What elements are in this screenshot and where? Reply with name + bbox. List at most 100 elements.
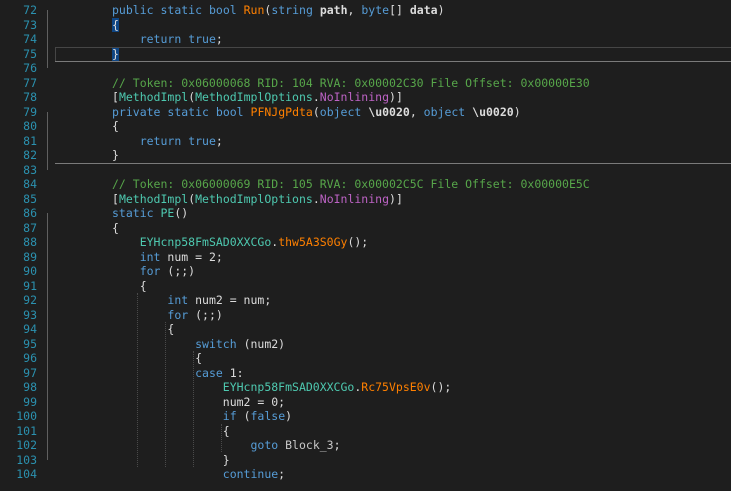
code-line[interactable]: 94 { [0,322,731,337]
line-number: 87 [23,220,37,235]
code-token: { [112,278,147,293]
code-token: . [312,191,320,206]
code-token: (;;) [188,307,223,322]
code-line[interactable]: 84 // Token: 0x06000069 RID: 105 RVA: 0x0… [0,177,731,192]
code-line[interactable]: 76 [0,61,731,76]
line-number: 99 [23,394,37,409]
code-token: [ [112,191,119,206]
code-line[interactable]: 90 for (;;) [0,264,731,279]
code-line[interactable]: 87 { [0,221,731,236]
code-line[interactable]: 100 if (false) [0,409,731,424]
line-number: 93 [23,307,37,322]
code-token: ; [278,467,286,481]
line-number: 74 [23,32,37,46]
code-line[interactable]: 99 num2 = 0; [0,395,731,410]
code-text: int num = 2; [112,250,223,265]
code-line[interactable]: 78 [MethodImpl(MethodImplOptions.NoInlini… [0,90,731,105]
code-token: return [139,32,182,46]
code-token: static [112,206,154,220]
code-line[interactable]: 97 case 1: [0,366,731,381]
code-token: for [167,307,189,322]
line-number: 91 [23,278,37,293]
line-number: 95 [23,336,37,351]
code-line[interactable]: 85 [MethodImpl(MethodImplOptions.NoInlini… [0,192,731,207]
code-line[interactable]: 73 { [0,17,731,33]
code-line[interactable]: 103 } [0,453,731,468]
code-line[interactable]: 92 int num2 = num; [0,293,731,308]
code-token: ) [437,3,445,17]
code-text: { [112,17,119,33]
line-number: 88 [23,235,37,249]
code-token: // Token: 0x06000069 RID: 105 RVA: 0x000… [112,177,590,191]
code-text: { [112,119,119,134]
line-number: 100 [16,409,37,423]
code-line[interactable]: 102 goto Block_3; [0,438,731,453]
code-token: goto [250,438,279,452]
code-token: MethodImplOptions [195,191,313,206]
code-line[interactable]: 86 static PE() [0,206,731,221]
line-number: 90 [23,264,37,278]
code-line[interactable]: 81 return true; [0,134,731,149]
code-editor[interactable]: 72 public static bool Run(string path, by… [0,0,731,491]
code-line[interactable]: 80 { [0,119,731,134]
code-text: int num2 = num; [112,293,271,308]
code-line[interactable]: 96 { [0,351,731,366]
code-token: false [250,409,286,423]
line-number: 101 [16,423,37,438]
code-text: return true; [112,32,223,47]
line-number: 81 [23,133,37,148]
code-token: path [319,3,348,17]
method-separator [55,61,731,62]
code-token: NoInlining [319,191,390,206]
code-token: , [347,3,362,17]
code-line[interactable]: 104 continue; [0,467,731,482]
line-number: 78 [23,90,37,104]
line-number: 76 [23,61,37,75]
code-token: byte [361,3,390,17]
code-line[interactable]: 98 EYHcnp58FmSAD0XXCGo.Rc75VpsE0v(); [0,380,731,395]
code-token: EYHcnp58FmSAD0XXCGo [139,235,272,249]
code-line[interactable]: 93 for (;;) [0,308,731,323]
code-line[interactable]: 72 public static bool Run(string path, by… [0,3,731,18]
line-number: 82 [23,148,37,162]
code-line[interactable]: 82} [0,148,731,163]
code-line[interactable]: 101 { [0,424,731,439]
indent-guide [137,293,138,467]
code-line[interactable]: 95 switch (num2) [0,337,731,352]
indent-guide [165,322,166,467]
code-token: static [167,104,209,119]
code-token: ; [215,133,223,148]
code-token: )] [389,191,403,206]
code-token: (); [430,380,452,394]
code-text: [MethodImpl(MethodImplOptions.NoInlining… [112,192,403,207]
code-token: { [112,351,203,365]
code-token: Rc75VpsE0v [361,380,431,394]
code-line[interactable]: 77 // Token: 0x06000068 RID: 104 RVA: 0x0… [0,76,731,91]
code-line[interactable]: 83 [0,163,731,178]
fold-guide [47,111,48,170]
code-text: } [112,453,230,468]
code-line[interactable]: 89 int num = 2; [0,250,731,265]
code-line[interactable]: 88 EYHcnp58FmSAD0XXCGo.thw5A3S0Gy(); [0,235,731,250]
code-text: static PE() [112,206,188,221]
code-token: case [195,365,223,380]
code-token: // Token: 0x06000068 RID: 104 RVA: 0x000… [112,75,590,90]
code-text: private static bool PFNJgPdta(object \u0… [112,105,521,120]
code-token: public [112,3,154,17]
code-text: { [112,424,230,439]
code-token: true [188,133,216,148]
code-line[interactable]: 91 { [0,279,731,294]
code-line[interactable]: 79 private static bool PFNJgPdta(object \… [0,105,731,120]
code-token: [ [112,90,119,104]
code-text: continue; [112,467,285,482]
code-token: Run [243,3,265,17]
fold-guide [47,10,48,68]
code-text: { [112,221,119,236]
code-token: , [409,104,424,119]
code-line[interactable]: 74 return true; [0,32,731,47]
code-text: } [112,148,119,163]
